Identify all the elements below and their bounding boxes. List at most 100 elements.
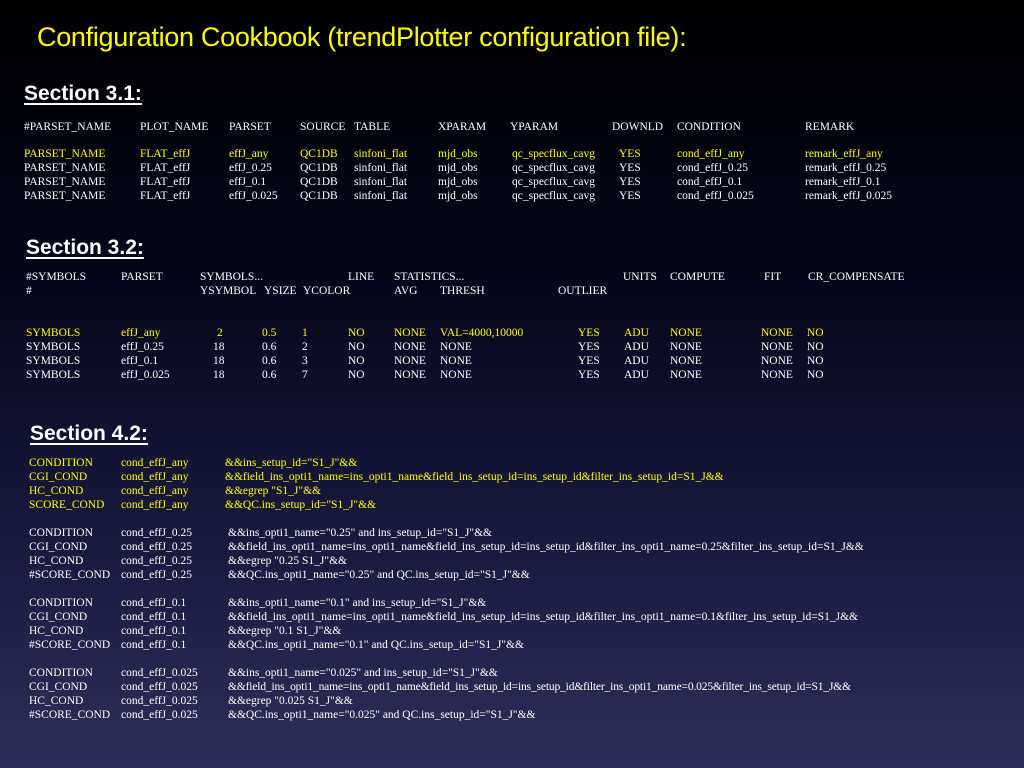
condition-name: cond_effJ_0.025 [121,695,198,707]
symbols-cell: NO [807,341,824,353]
symbols-cell: NO [348,355,365,367]
parset-cell: qc_specflux_cavg [512,162,596,174]
symbols-subheader-row: # YSYMBOL YSIZE YCOLOR AVG THRESH OUTLIE… [0,284,1024,298]
condition-row: #SCORE_COND cond_effJ_0.25 &&QC.ins_opti… [0,568,1024,582]
parset-cell: YES [619,176,641,188]
symbols-cell: NONE [440,369,472,381]
symbols-cell: NONE [761,341,793,353]
condition-row: #SCORE_COND cond_effJ_0.025 &&QC.ins_opt… [0,708,1024,722]
parset-cell: remark_effJ_0.1 [805,176,881,188]
symbols-cell: NO [348,369,365,381]
parset-header-cell: DOWNLD [612,121,664,133]
parset-cell: mjd_obs [438,162,478,174]
condition-keyword: CGI_COND [29,681,88,693]
section-3-1-heading: Section 3.1: [24,82,142,105]
condition-keyword: CONDITION [29,597,93,609]
parset-header-cell: PLOT_NAME [140,121,209,133]
condition-keyword: HC_COND [29,555,84,567]
symbols-cell: SYMBOLS [26,327,81,339]
symbols-cell: NONE [670,355,702,367]
symbols-header-cell: UNITS [623,271,657,283]
symbols-cell: ADU [624,355,649,367]
parset-cell: FLAT_effJ [140,148,191,160]
condition-keyword: HC_COND [29,485,84,497]
parset-cell: sinfoni_flat [354,148,408,160]
parset-cell: YES [619,190,641,202]
symbols-cell: 1 [302,327,308,339]
condition-keyword: #SCORE_COND [29,569,111,581]
parset-row: PARSET_NAME FLAT_effJ effJ_0.25 QC1DB si… [0,161,1024,175]
symbols-cell: 0.6 [262,355,277,367]
condition-row: CGI_COND cond_effJ_0.1 &&field_ins_opti1… [0,610,1024,624]
symbols-cell: 18 [213,355,225,367]
parset-cell: sinfoni_flat [354,176,408,188]
parset-cell: remark_effJ_0.25 [805,162,887,174]
parset-cell: qc_specflux_cavg [512,176,596,188]
parset-cell: PARSET_NAME [24,162,106,174]
condition-keyword: CGI_COND [29,541,88,553]
parset-header-cell: REMARK [805,121,855,133]
condition-expression: &&field_ins_opti1_name=ins_opti1_name&fi… [225,471,724,483]
symbols-cell: NONE [670,341,702,353]
symbols-cell: NONE [440,341,472,353]
parset-row: PARSET_NAME FLAT_effJ effJ_0.1 QC1DB sin… [0,175,1024,189]
condition-expression: &&egrep "S1_J"&& [225,485,321,497]
condition-expression: &&field_ins_opti1_name=ins_opti1_name&fi… [228,611,858,623]
parset-cell: FLAT_effJ [140,176,191,188]
symbols-cell: NONE [394,369,426,381]
parset-cell: sinfoni_flat [354,190,408,202]
condition-row: CONDITION cond_effJ_any &&ins_setup_id="… [0,456,1024,470]
symbols-cell: effJ_0.25 [121,341,164,353]
condition-expression: &&ins_opti1_name="0.25" and ins_setup_id… [228,527,492,539]
parset-cell: effJ_any [229,148,269,160]
parset-cell: mjd_obs [438,148,478,160]
symbols-cell: ADU [624,341,649,353]
condition-row: CGI_COND cond_effJ_0.025 &&field_ins_opt… [0,680,1024,694]
condition-expression: &&QC.ins_opti1_name="0.1" and QC.ins_set… [228,639,524,651]
condition-row: HC_COND cond_effJ_any &&egrep "S1_J"&& [0,484,1024,498]
condition-name: cond_effJ_0.025 [121,667,198,679]
symbols-cell: 0.6 [262,369,277,381]
parset-header-cell: YPARAM [510,121,559,133]
parset-cell: remark_effJ_0.025 [805,190,892,202]
symbols-cell: ADU [624,369,649,381]
parset-cell: cond_effJ_0.1 [677,176,743,188]
parset-cell: qc_specflux_cavg [512,190,596,202]
parset-cell: sinfoni_flat [354,162,408,174]
parset-cell: cond_effJ_any [677,148,745,160]
symbols-header-cell: FIT [764,271,782,283]
condition-row: CONDITION cond_effJ_0.25 &&ins_opti1_nam… [0,526,1024,540]
symbols-header-cell: YSYMBOL [200,285,257,297]
parset-row: PARSET_NAME FLAT_effJ effJ_0.025 QC1DB s… [0,189,1024,203]
condition-keyword: #SCORE_COND [29,639,111,651]
symbols-header-cell: COMPUTE [670,271,725,283]
condition-name: cond_effJ_0.1 [121,597,187,609]
parset-header-cell: XPARAM [438,121,487,133]
symbols-cell: SYMBOLS [26,369,81,381]
section-4-2-heading: Section 4.2: [30,422,148,445]
parset-cell: PARSET_NAME [24,190,106,202]
condition-row: SCORE_COND cond_effJ_any &&QC.ins_setup_… [0,498,1024,512]
symbols-cell: 2 [302,341,308,353]
symbols-cell: NONE [440,355,472,367]
symbols-row: SYMBOLS effJ_any 2 0.5 1 NO NONE VAL=400… [0,326,1024,340]
symbols-cell: NO [348,341,365,353]
symbols-cell: 18 [213,341,225,353]
symbols-header-cell: SYMBOLS... [200,271,263,283]
parset-header-cell: TABLE [354,121,391,133]
symbols-cell: NONE [394,355,426,367]
condition-keyword: HC_COND [29,625,84,637]
symbols-row: SYMBOLS effJ_0.25 18 0.6 2 NO NONE NONE … [0,340,1024,354]
symbols-cell: 0.5 [262,327,277,339]
condition-expression: &&field_ins_opti1_name=ins_opti1_name&fi… [228,541,864,553]
parset-cell: YES [619,148,641,160]
symbols-header-cell: STATISTICS... [394,271,465,283]
symbols-cell: NONE [670,327,702,339]
parset-header-cell: PARSET [229,121,271,133]
parset-cell: QC1DB [300,190,338,202]
parset-cell: mjd_obs [438,176,478,188]
condition-expression: &&egrep "0.025 S1_J"&& [228,695,353,707]
symbols-cell: NO [807,327,824,339]
parset-cell: effJ_0.025 [229,190,278,202]
parset-header-cell: CONDITION [677,121,741,133]
